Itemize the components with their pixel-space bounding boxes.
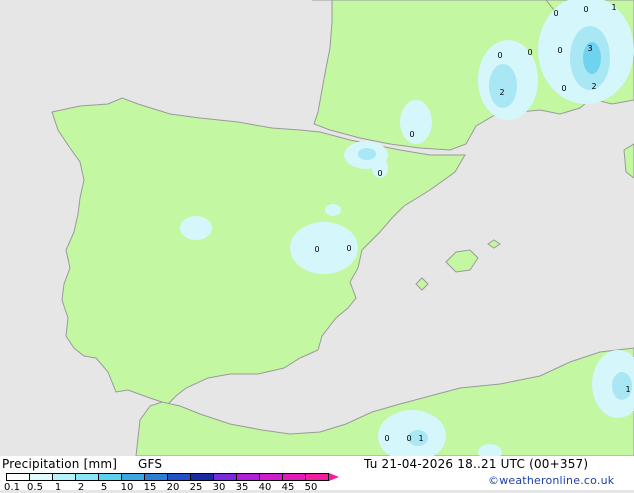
rain-area-france-east-mid — [489, 64, 517, 108]
legend-tick-label: 20 — [166, 482, 180, 493]
contour-label: 0 — [557, 46, 562, 55]
contour-label: 0 — [561, 84, 566, 93]
legend-tick-label: 50 — [304, 482, 318, 493]
legend-tick-label: 15 — [143, 482, 157, 493]
legend-tick-label: 2 — [77, 482, 85, 493]
contour-label: 2 — [499, 88, 504, 97]
contour-label: 1 — [418, 434, 423, 443]
contour-label: 0 — [314, 245, 319, 254]
legend-tick-label: 10 — [120, 482, 134, 493]
contour-label: 0 — [409, 130, 414, 139]
contour-label: 1 — [611, 3, 616, 12]
legend-swatch — [305, 473, 329, 481]
legend-swatch — [167, 473, 191, 481]
legend-tick-label: 5 — [100, 482, 108, 493]
contour-label: 0 — [553, 9, 558, 18]
valid-datetime: Tu 21-04-2026 18..21 UTC (00+357) — [364, 457, 589, 471]
legend-swatch — [213, 473, 237, 481]
legend-tick-label: 0.5 — [27, 482, 43, 493]
contour-label: 1 — [625, 385, 630, 394]
contour-label: 0 — [406, 434, 411, 443]
rain-area-france-south — [400, 100, 432, 144]
legend-swatch — [144, 473, 168, 481]
legend-swatch — [29, 473, 53, 481]
legend-tick-label: 0.1 — [4, 482, 20, 493]
contour-label: 0 — [527, 48, 532, 57]
contour-label: 0 — [377, 169, 382, 178]
map-footer: Precipitation [mm] GFS Tu 21-04-2026 18.… — [0, 456, 634, 493]
copyright-link[interactable]: ©weatheronline.co.uk — [488, 474, 614, 487]
legend-tick-label: 30 — [212, 482, 226, 493]
legend-tick-label: 35 — [235, 482, 249, 493]
legend-tick-label: 45 — [281, 482, 295, 493]
precipitation-map: 0 0 0 0 0 0 1 3 2 2 0 0 0 0 0 0 1 1 — [0, 0, 634, 456]
contour-label: 0 — [346, 244, 351, 253]
legend-swatch — [259, 473, 283, 481]
legend-swatch — [52, 473, 76, 481]
legend-swatch — [236, 473, 260, 481]
legend-swatch — [98, 473, 122, 481]
contour-label: 0 — [583, 5, 588, 14]
legend-swatch — [282, 473, 306, 481]
legend-tick-label: 1 — [54, 482, 62, 493]
rain-area-central — [180, 216, 212, 240]
model-name: GFS — [138, 457, 163, 471]
legend-swatch — [190, 473, 214, 481]
contour-label: 3 — [587, 44, 592, 53]
legend-tick-label: 40 — [258, 482, 272, 493]
legend-arrow — [329, 473, 339, 481]
legend-swatch — [75, 473, 99, 481]
rain-area-aragon — [325, 204, 341, 216]
legend-swatch — [6, 473, 30, 481]
legend-tick-label: 25 — [189, 482, 203, 493]
contour-label: 2 — [591, 82, 596, 91]
rain-area-pyrenees-core — [358, 148, 376, 160]
product-title: Precipitation [mm] — [2, 457, 118, 471]
contour-label: 0 — [384, 434, 389, 443]
contour-label: 0 — [497, 51, 502, 60]
legend-swatch — [121, 473, 145, 481]
